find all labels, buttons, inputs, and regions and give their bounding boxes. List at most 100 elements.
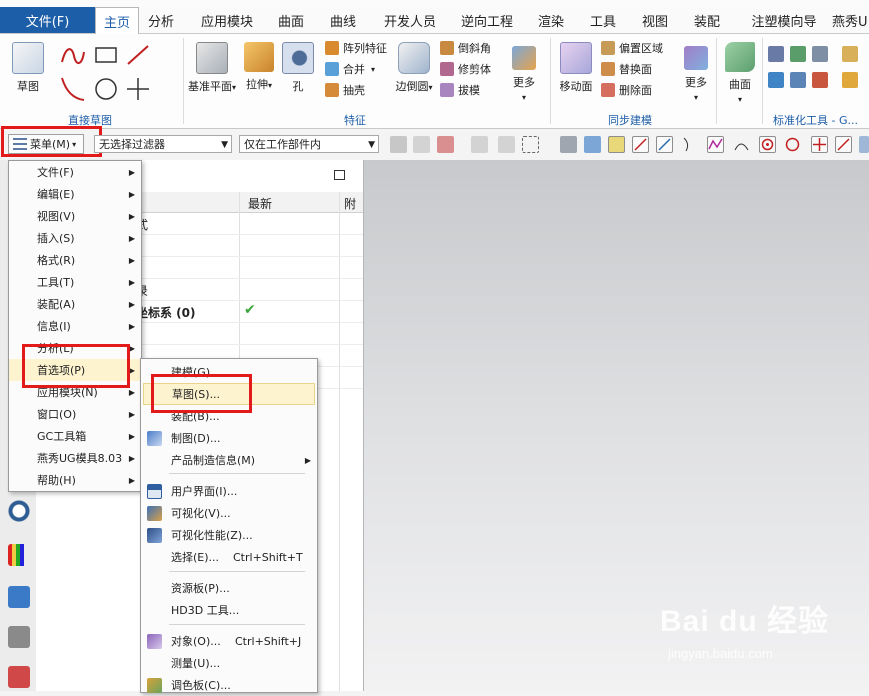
group-sync-modeling: 同步建模 [608, 114, 652, 127]
file-tab[interactable]: 文件(F) [0, 7, 95, 33]
pref-selection[interactable]: 选择(E)... Ctrl+Shift+T [141, 546, 317, 568]
highlight-preferences [22, 344, 130, 388]
history-clock-icon[interactable] [8, 500, 30, 522]
center-icon[interactable] [759, 136, 776, 153]
shell-button[interactable]: 抽壳 [325, 80, 365, 100]
replace-face-button[interactable]: 替换面 [601, 59, 652, 79]
user-interface-icon [147, 483, 162, 499]
column-extra[interactable]: 附 [344, 195, 356, 212]
menu-item-help[interactable]: 帮助(H) ▶ [9, 469, 141, 491]
pref-pmi[interactable]: 产品制造信息(M) ▶ [141, 449, 317, 471]
menu-item-edit[interactable]: 编辑(E) ▶ [9, 183, 141, 205]
extrude-button[interactable]: 拉伸▾ [240, 38, 278, 108]
snap-point-icon[interactable] [608, 136, 625, 153]
menu-item-tools[interactable]: 工具(T) ▶ [9, 271, 141, 293]
pref-drafting[interactable]: 制图(D)... [141, 427, 317, 449]
arc-icon [61, 77, 85, 101]
std-tools-icons[interactable] [766, 42, 866, 102]
tools-icon[interactable] [8, 626, 30, 648]
menu-item-insert[interactable]: 插入(S) ▶ [9, 227, 141, 249]
draft-button[interactable]: 拔模 [440, 80, 480, 100]
group-feature: 特征 [344, 114, 366, 127]
sync-more-button[interactable]: 更多 ▾ [676, 38, 716, 108]
tab-assembly[interactable]: 装配 [686, 7, 728, 33]
hole-icon [282, 42, 314, 74]
selection-filter-dropdown[interactable]: 无选择过滤器 ▼ [94, 135, 232, 153]
hole-button[interactable]: 孔 [280, 38, 316, 108]
extrude-icon [244, 42, 274, 72]
intersection-icon[interactable] [811, 136, 828, 153]
delete-face-icon [601, 83, 615, 97]
pattern-feature-button[interactable]: 阵列特征 [325, 38, 387, 58]
midpoint-icon[interactable] [656, 136, 673, 153]
role-icon[interactable] [8, 666, 30, 688]
move-face-button[interactable]: 移动面 [556, 38, 596, 108]
pref-measure[interactable]: 测量(U)... [141, 652, 317, 674]
quadrant-icon[interactable] [784, 136, 801, 153]
palette-icon[interactable] [8, 544, 30, 566]
offset-region-button[interactable]: 偏置区域 [601, 38, 663, 58]
ribbon-tab-bar: 文件(F) 主页 分析 应用模块 曲面 曲线 开发人员 逆向工程 渲染 工具 视… [0, 7, 869, 35]
tab-yanxiu[interactable]: 燕秀U [832, 7, 869, 33]
performance-icon [147, 527, 162, 543]
tab-tools[interactable]: 工具 [582, 7, 624, 33]
on-curve-icon[interactable] [835, 136, 852, 153]
view-icon[interactable] [859, 136, 869, 153]
trim-body-button[interactable]: 修剪体 [440, 59, 491, 79]
reuse-library-icon[interactable] [8, 586, 30, 608]
sketch-button[interactable]: 草图 [6, 38, 50, 108]
snap-icon[interactable] [390, 136, 407, 153]
menu-item-information[interactable]: 信息(I) ▶ [9, 315, 141, 337]
sketch-curve-tools[interactable] [58, 42, 156, 104]
pref-object[interactable]: 对象(O)... Ctrl+Shift+J [141, 630, 317, 652]
chamfer-button[interactable]: 倒斜角 [440, 38, 491, 58]
pref-hd3d-tools[interactable]: HD3D 工具... [141, 599, 317, 621]
menu-item-format[interactable]: 格式(R) ▶ [9, 249, 141, 271]
menu-item-yanxiu-mold[interactable]: 燕秀UG模具8.03 ▶ [9, 447, 141, 469]
feature-more-button[interactable]: 更多 ▾ [504, 38, 544, 108]
datum-plane-button[interactable]: 基准平面▾ [188, 38, 236, 108]
tab-surface[interactable]: 曲面 [270, 7, 312, 33]
rectangle-icon [95, 47, 117, 63]
unite-button[interactable]: 合并 ▾ [325, 59, 375, 79]
maximize-icon[interactable] [334, 170, 345, 180]
curve-icon[interactable] [680, 136, 697, 153]
box-select-icon[interactable] [522, 136, 539, 153]
tab-view[interactable]: 视图 [634, 7, 676, 33]
menu-item-file[interactable]: 文件(F) ▶ [9, 161, 141, 183]
menu-item-window[interactable]: 窗口(O) ▶ [9, 403, 141, 425]
tab-developer[interactable]: 开发人员 [375, 7, 445, 33]
cube-icon[interactable] [584, 136, 601, 153]
surface-more-button[interactable]: 曲面 ▾ [720, 38, 760, 108]
watermark-url: jingyan.baidu.com [668, 646, 773, 661]
tab-reverse[interactable]: 逆向工程 [452, 7, 522, 33]
pref-resource-bar[interactable]: 资源板(P)... [141, 577, 317, 599]
snap-icon[interactable] [471, 136, 488, 153]
pref-visualization-performance[interactable]: 可视化性能(Z)... [141, 524, 317, 546]
selection-scope-dropdown[interactable]: 仅在工作部件内 ▼ [239, 135, 379, 153]
pref-visualization[interactable]: 可视化(V)... [141, 502, 317, 524]
menu-item-view[interactable]: 视图(V) ▶ [9, 205, 141, 227]
endpoint-icon[interactable] [632, 136, 649, 153]
cube-icon[interactable] [560, 136, 577, 153]
snap-icon[interactable] [413, 136, 430, 153]
menu-item-assembly[interactable]: 装配(A) ▶ [9, 293, 141, 315]
pref-user-interface[interactable]: 用户界面(I)... [141, 480, 317, 502]
tangent-icon[interactable] [733, 136, 750, 153]
edge-blend-button[interactable]: 边倒圆▾ [394, 38, 434, 108]
tab-application[interactable]: 应用模块 [192, 7, 262, 33]
delete-face-button[interactable]: 删除面 [601, 80, 652, 100]
tab-render[interactable]: 渲染 [530, 7, 572, 33]
pref-palette[interactable]: 调色板(C)... [141, 674, 317, 696]
tab-analysis[interactable]: 分析 [140, 7, 182, 33]
column-latest[interactable]: 最新 [248, 195, 272, 212]
snap-icon[interactable] [498, 136, 515, 153]
polyline-icon[interactable] [707, 136, 724, 153]
tab-home[interactable]: 主页 [95, 7, 139, 35]
tab-curve[interactable]: 曲线 [322, 7, 364, 33]
menu-item-gc-toolkit[interactable]: GC工具箱 ▶ [9, 425, 141, 447]
more-icon [684, 46, 708, 70]
tool-icon [812, 72, 828, 88]
select-all-icon[interactable] [437, 136, 454, 153]
tab-mold-wizard[interactable]: 注塑模向导 [740, 7, 828, 33]
